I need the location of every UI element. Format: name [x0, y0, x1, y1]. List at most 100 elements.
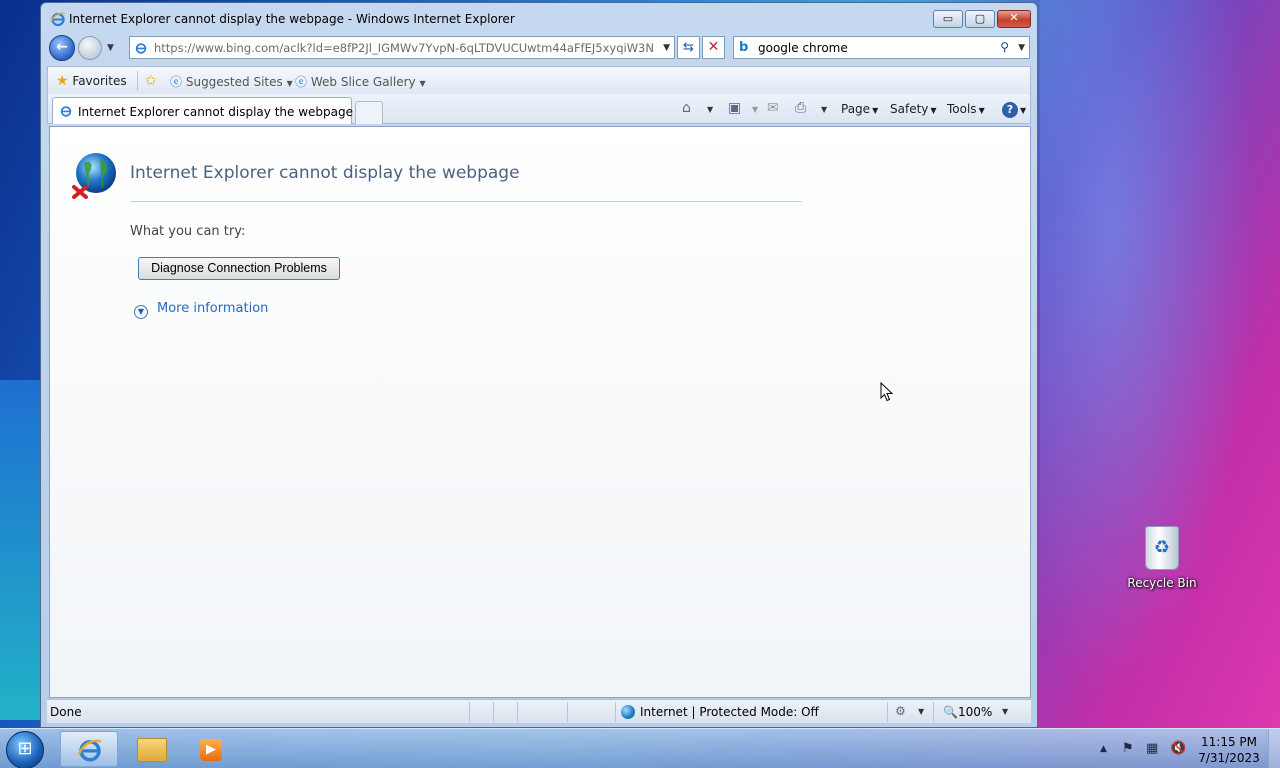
read-mail-icon[interactable]: ✉	[767, 100, 779, 116]
taskbar-media-player[interactable]: ▶	[182, 731, 240, 767]
favorites-button[interactable]: ★ Favorites	[56, 73, 127, 89]
minimize-icon: ▭	[942, 12, 954, 25]
internet-explorer-icon	[77, 739, 103, 762]
tab-page-icon	[60, 106, 72, 117]
clock-time: 11:15 PM	[1201, 735, 1257, 749]
feeds-icon[interactable]: ▣	[728, 100, 741, 116]
title-divider	[130, 201, 802, 202]
search-icon[interactable]: ⚲	[1000, 40, 1009, 54]
tools-menu[interactable]: Tools ▼	[947, 102, 985, 116]
chevron-down-icon: ▼	[978, 106, 985, 115]
title-bar[interactable]: Internet Explorer cannot display the web…	[41, 3, 1037, 33]
minimize-button[interactable]: ▭	[933, 10, 963, 28]
search-box[interactable]: b google chrome ⚲ ▼	[733, 36, 1030, 59]
ie-window: Internet Explorer cannot display the web…	[40, 2, 1038, 728]
favorites-label: Favorites	[72, 74, 127, 88]
security-zone[interactable]: Internet | Protected Mode: Off	[621, 705, 819, 719]
show-hidden-icons-chevron[interactable]: ▲	[1100, 744, 1107, 754]
popup-blocker-dropdown[interactable]: ▼	[918, 707, 924, 716]
expand-icon: ▼	[134, 305, 148, 319]
address-dropdown-icon[interactable]: ▼	[663, 43, 670, 53]
help-menu[interactable]: ? ▼	[1002, 102, 1026, 118]
system-clock[interactable]: 11:15 PM 7/31/2023	[1196, 734, 1262, 766]
internet-zone-icon	[621, 705, 635, 719]
media-player-icon: ▶	[200, 739, 222, 761]
taskbar: ⊞ ▶ ▲ ⚑ ▦ 🔇 11:15 PM 7/31/2023	[0, 728, 1280, 768]
web-slice-icon: ⓔ	[295, 75, 308, 89]
taskbar-internet-explorer[interactable]	[60, 731, 118, 767]
stop-button[interactable]: ✕	[702, 36, 725, 59]
taskbar-windows-explorer[interactable]	[122, 731, 180, 767]
forward-button[interactable]	[78, 36, 102, 60]
tab-active[interactable]: Internet Explorer cannot display the web…	[52, 97, 353, 124]
security-zone-label: Internet | Protected Mode: Off	[640, 705, 819, 719]
folder-icon	[137, 738, 167, 762]
search-options-dropdown[interactable]: ▼	[1018, 43, 1025, 53]
back-button[interactable]: ←	[49, 35, 75, 61]
suggested-sites-button[interactable]: ⓔ Suggested Sites ▼	[170, 73, 293, 90]
chevron-down-icon: ▼	[930, 106, 937, 115]
home-icon[interactable]: ⌂	[682, 100, 691, 116]
suggested-sites-label: Suggested Sites	[185, 75, 283, 89]
zoom-icon: 🔍	[943, 705, 958, 719]
navigation-bar: ← ▼ https://www.bing.com/aclk?ld=e8fP2Jl…	[41, 33, 1037, 63]
mouse-cursor-icon	[880, 382, 894, 402]
page-icon	[135, 43, 147, 54]
status-divider	[493, 702, 494, 722]
popup-blocker-icon[interactable]: ⚙	[895, 704, 906, 718]
tools-menu-label: Tools	[947, 102, 977, 116]
status-divider	[887, 702, 888, 722]
close-button[interactable]: ✕	[997, 10, 1031, 28]
status-divider	[933, 702, 934, 722]
favbar-divider	[137, 71, 138, 91]
home-dropdown[interactable]: ▼	[707, 105, 713, 114]
window-title: Internet Explorer cannot display the web…	[69, 12, 515, 26]
status-bar: Done Internet | Protected Mode: Off ⚙ ▼ …	[47, 699, 1031, 723]
refresh-button[interactable]: ⇆	[677, 36, 700, 59]
close-icon: ✕	[1009, 11, 1019, 24]
web-slice-gallery-button[interactable]: ⓔ Web Slice Gallery ▼	[295, 73, 426, 90]
recycle-bin[interactable]: Recycle Bin	[1124, 526, 1200, 590]
favorites-bar: ★ Favorites ✩ ⓔ Suggested Sites ▼ ⓔ Web …	[47, 66, 1031, 94]
search-input[interactable]: google chrome	[758, 41, 848, 55]
maximize-button[interactable]: ▢	[965, 10, 995, 28]
status-divider	[469, 702, 470, 722]
volume-muted-icon[interactable]: 🔇	[1170, 741, 1186, 756]
more-information-link[interactable]: ▼ More information	[134, 301, 268, 319]
status-text: Done	[50, 705, 82, 719]
suggested-sites-icon: ⓔ	[170, 75, 183, 89]
feeds-dropdown[interactable]: ▼	[752, 105, 758, 114]
help-icon: ?	[1002, 102, 1018, 118]
page-menu-label: Page	[841, 102, 871, 116]
clock-date: 7/31/2023	[1198, 751, 1260, 765]
zoom-level-label: 100%	[957, 705, 993, 719]
status-divider	[567, 702, 568, 722]
page-menu[interactable]: Page ▼	[841, 102, 878, 116]
show-desktop-button[interactable]	[1268, 729, 1280, 768]
diagnose-connection-problems-button[interactable]: Diagnose Connection Problems	[138, 257, 340, 280]
start-button[interactable]: ⊞	[6, 731, 44, 768]
print-icon[interactable]: ⎙	[795, 100, 806, 116]
error-title: Internet Explorer cannot display the web…	[130, 163, 520, 183]
address-url[interactable]: https://www.bing.com/aclk?ld=e8fP2Jl_IGM…	[154, 41, 654, 55]
zoom-dropdown[interactable]: ▼	[1002, 707, 1008, 716]
new-tab-button[interactable]	[355, 101, 383, 124]
chevron-down-icon: ▼	[872, 106, 879, 115]
favorites-star-icon: ★	[56, 73, 69, 89]
network-icon[interactable]: ▦	[1146, 741, 1158, 756]
print-dropdown[interactable]: ▼	[821, 105, 827, 114]
status-divider	[615, 702, 616, 722]
action-center-flag-icon[interactable]: ⚑	[1122, 741, 1134, 756]
add-favorite-icon: ✩	[145, 73, 157, 89]
page-content: Internet Explorer cannot display the web…	[49, 126, 1031, 698]
add-to-favorites-bar-button[interactable]: ✩	[145, 73, 157, 89]
safety-menu[interactable]: Safety ▼	[890, 102, 937, 116]
status-divider	[517, 702, 518, 722]
chevron-down-icon: ▼	[419, 79, 426, 88]
recent-pages-dropdown[interactable]: ▼	[107, 43, 114, 53]
chevron-down-icon: ▼	[1020, 106, 1027, 115]
address-bar[interactable]: https://www.bing.com/aclk?ld=e8fP2Jl_IGM…	[129, 36, 675, 59]
zoom-level[interactable]: 🔍100%	[943, 705, 992, 719]
globe-error-icon	[72, 153, 116, 199]
recycle-bin-icon	[1145, 526, 1179, 570]
